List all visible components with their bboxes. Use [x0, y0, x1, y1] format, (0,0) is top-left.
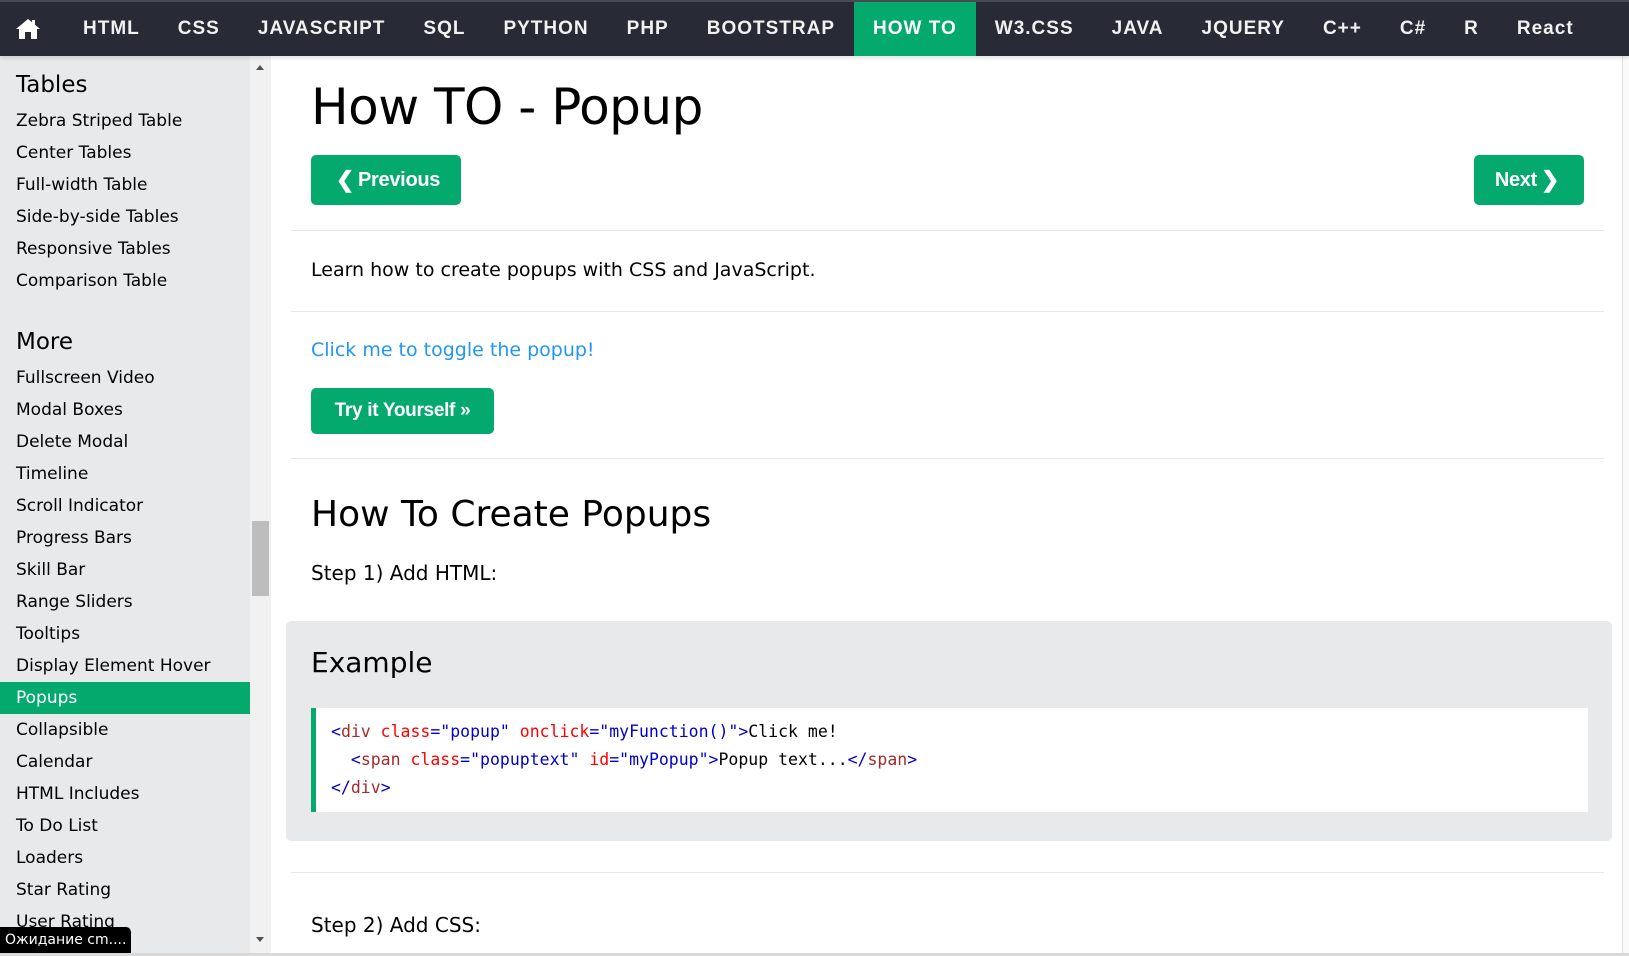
sidebar-item-scroll-indicator[interactable]: Scroll Indicator	[0, 490, 250, 522]
intro-text: Learn how to create popups with CSS and …	[311, 259, 816, 281]
sidebar-item-display-element-hover[interactable]: Display Element Hover	[0, 650, 250, 682]
try-it-yourself-button[interactable]: Try it Yourself »	[311, 388, 494, 434]
example-heading: Example	[311, 646, 433, 679]
sidebar-item-modal-boxes[interactable]: Modal Boxes	[0, 394, 250, 426]
divider	[291, 311, 1604, 312]
nav-item-w3-css[interactable]: W3.CSS	[976, 2, 1093, 56]
previous-button[interactable]: ❮ Previous	[311, 155, 461, 205]
sidebar-item-calendar[interactable]: Calendar	[0, 746, 250, 778]
code-block: <div class="popup" onclick="myFunction()…	[311, 708, 1588, 812]
scroll-up-arrow-icon[interactable]	[256, 65, 264, 70]
sidebar-item-tooltips[interactable]: Tooltips	[0, 618, 250, 650]
sidebar-item-center-tables[interactable]: Center Tables	[0, 137, 250, 169]
chevron-left-icon: ❮	[335, 167, 355, 192]
main-content: How TO - Popup ❮ Previous Next ❯ Learn h…	[271, 56, 1622, 956]
nav-item-how-to[interactable]: HOW TO	[854, 2, 976, 56]
nav-item-css[interactable]: CSS	[159, 2, 239, 56]
sidebar-item-to-do-list[interactable]: To Do List	[0, 810, 250, 842]
sidebar-item-loaders[interactable]: Loaders	[0, 842, 250, 874]
sidebar-item-progress-bars[interactable]: Progress Bars	[0, 522, 250, 554]
sidebar-scrollbar[interactable]	[250, 56, 271, 956]
sidebar-item-popups[interactable]: Popups	[0, 682, 250, 714]
divider	[291, 230, 1604, 231]
sidebar-item-range-sliders[interactable]: Range Sliders	[0, 586, 250, 618]
step-2-label: Step 2) Add CSS:	[311, 913, 481, 937]
sidebar-item-responsive-tables[interactable]: Responsive Tables	[0, 233, 250, 265]
nav-item-python[interactable]: PYTHON	[484, 2, 607, 56]
sidebar-item-timeline[interactable]: Timeline	[0, 458, 250, 490]
nav-item-react[interactable]: React	[1498, 2, 1593, 56]
step-1-label: Step 1) Add HTML:	[311, 561, 498, 585]
sidebar: Tables Zebra Striped Table Center Tables F…	[0, 56, 250, 956]
previous-label: Previous	[358, 168, 441, 191]
nav-item-java[interactable]: JAVA	[1093, 2, 1183, 56]
nav-item-c[interactable]: C++	[1304, 2, 1381, 56]
sidebar-item-side-by-side-tables[interactable]: Side-by-side Tables	[0, 201, 250, 233]
sidebar-item-full-width-table[interactable]: Full-width Table	[0, 169, 250, 201]
sidebar-item-collapsible[interactable]: Collapsible	[0, 714, 250, 746]
divider	[291, 458, 1604, 459]
nav-item-r[interactable]: R	[1445, 2, 1498, 56]
nav-item-javascript[interactable]: JAVASCRIPT	[239, 2, 405, 56]
nav-item-c[interactable]: C#	[1381, 2, 1445, 56]
code-line-3: </div>	[331, 778, 391, 797]
divider	[291, 872, 1604, 873]
status-tooltip: Ожидание cm....	[0, 927, 132, 953]
chevron-right-icon: ❯	[1541, 167, 1560, 192]
next-button[interactable]: Next ❯	[1474, 155, 1584, 205]
sidebar-item-delete-modal[interactable]: Delete Modal	[0, 426, 250, 458]
nav-item-jquery[interactable]: JQUERY	[1183, 2, 1304, 56]
nav-item-bootstrap[interactable]: BOOTSTRAP	[688, 2, 854, 56]
nav-item-php[interactable]: PHP	[608, 2, 688, 56]
sidebar-item-star-rating[interactable]: Star Rating	[0, 874, 250, 906]
top-navigation: HTML CSS JAVASCRIPT SQL PYTHON PHP BOOTSTRAP HO…	[0, 0, 1629, 56]
page-title: How TO - Popup	[311, 78, 703, 136]
example-box: Example <div class="popup" onclick="myFu…	[286, 621, 1612, 841]
code-line-2: <span class="popuptext" id="myPopup">Pop…	[350, 750, 918, 769]
sidebar-item-html-includes[interactable]: HTML Includes	[0, 778, 250, 810]
main-scrollbar[interactable]	[1622, 56, 1629, 956]
sidebar-item-fullscreen-video[interactable]: Fullscreen Video	[0, 362, 250, 394]
sidebar-item-zebra-striped-table[interactable]: Zebra Striped Table	[0, 105, 250, 137]
sidebar-heading-more: More	[16, 329, 74, 355]
sidebar-item-comparison-table[interactable]: Comparison Table	[0, 265, 250, 297]
home-button[interactable]	[0, 2, 56, 56]
nav-item-html[interactable]: HTML	[56, 2, 159, 56]
sidebar-scrollbar-thumb[interactable]	[252, 521, 269, 596]
scroll-down-arrow-icon[interactable]	[256, 937, 264, 942]
toggle-popup-link[interactable]: Click me to toggle the popup!	[311, 339, 595, 361]
section-heading: How To Create Popups	[311, 494, 712, 535]
sidebar-heading-tables: Tables	[16, 72, 88, 98]
sidebar-item-skill-bar[interactable]: Skill Bar	[0, 554, 250, 586]
next-label: Next	[1494, 168, 1537, 191]
home-icon	[16, 19, 40, 39]
code-line-1: <div class="popup" onclick="myFunction()…	[331, 722, 838, 741]
nav-item-sql[interactable]: SQL	[404, 2, 484, 56]
